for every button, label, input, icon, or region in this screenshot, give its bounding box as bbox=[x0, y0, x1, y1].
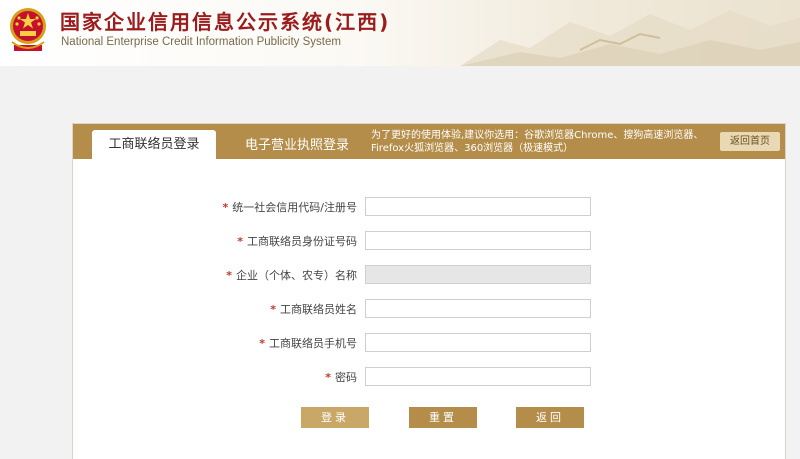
back-button[interactable]: 返回 bbox=[516, 407, 584, 428]
field-label: * 统一社会信用代码/注册号 bbox=[223, 199, 357, 215]
credit-code-input[interactable] bbox=[365, 197, 591, 216]
field-label: * 企业（个体、农专）名称 bbox=[226, 267, 357, 283]
form-row-phone: * 工商联络员手机号 bbox=[73, 333, 785, 353]
browser-notice: 为了更好的使用体验,建议你选用：谷歌浏览器Chrome、搜狗高速浏览器、Fire… bbox=[371, 130, 704, 154]
required-mark: * bbox=[259, 337, 265, 350]
field-label-text: 工商联络员手机号 bbox=[269, 337, 357, 350]
required-mark: * bbox=[237, 235, 243, 248]
site-subtitle: National Enterprise Credit Information P… bbox=[61, 36, 341, 48]
field-label-text: 工商联络员身份证号码 bbox=[247, 235, 357, 248]
required-mark: * bbox=[222, 201, 229, 214]
field-label-text: 统一社会信用代码/注册号 bbox=[232, 201, 357, 214]
site-header: 国家企业信用信息公示系统(江西) National Enterprise Cre… bbox=[0, 0, 800, 66]
form-row-id-number: * 工商联络员身份证号码 bbox=[73, 231, 785, 251]
site-title: 国家企业信用信息公示系统(江西) bbox=[60, 10, 391, 34]
required-mark: * bbox=[270, 303, 276, 316]
id-number-input[interactable] bbox=[365, 231, 591, 250]
field-label: * 工商联络员身份证号码 bbox=[237, 233, 357, 249]
form-row-enterprise-name: * 企业（个体、农专）名称 bbox=[73, 265, 785, 285]
reset-button[interactable]: 重置 bbox=[409, 407, 477, 428]
national-emblem-icon bbox=[10, 8, 46, 51]
field-label-text: 密码 bbox=[335, 371, 357, 384]
great-wall-background bbox=[460, 10, 800, 66]
password-input[interactable] bbox=[365, 367, 591, 386]
field-label-text: 工商联络员姓名 bbox=[280, 303, 357, 316]
tab-bar: 工商联络员登录 电子营业执照登录 为了更好的使用体验,建议你选用：谷歌浏览器Ch… bbox=[73, 124, 785, 159]
form-row-password: * 密码 bbox=[73, 367, 785, 387]
field-label: * 工商联络员姓名 bbox=[270, 301, 357, 317]
back-home-button[interactable]: 返回首页 bbox=[720, 132, 780, 151]
form-row-liaison-name: * 工商联络员姓名 bbox=[73, 299, 785, 319]
liaison-name-input[interactable] bbox=[365, 299, 591, 318]
tab-liaison-login[interactable]: 工商联络员登录 bbox=[92, 130, 216, 159]
form-row-credit-code: * 统一社会信用代码/注册号 bbox=[73, 197, 785, 217]
login-panel: 工商联络员登录 电子营业执照登录 为了更好的使用体验,建议你选用：谷歌浏览器Ch… bbox=[72, 123, 786, 459]
phone-input[interactable] bbox=[365, 333, 591, 352]
required-mark: * bbox=[325, 371, 331, 384]
login-button[interactable]: 登录 bbox=[301, 407, 369, 428]
field-label: * 密码 bbox=[325, 369, 357, 385]
enterprise-name-input bbox=[365, 265, 591, 284]
tab-e-license-login[interactable]: 电子营业执照登录 bbox=[235, 132, 359, 159]
field-label: * 工商联络员手机号 bbox=[259, 335, 357, 351]
field-label-text: 企业（个体、农专）名称 bbox=[236, 269, 357, 282]
required-mark: * bbox=[226, 269, 232, 282]
